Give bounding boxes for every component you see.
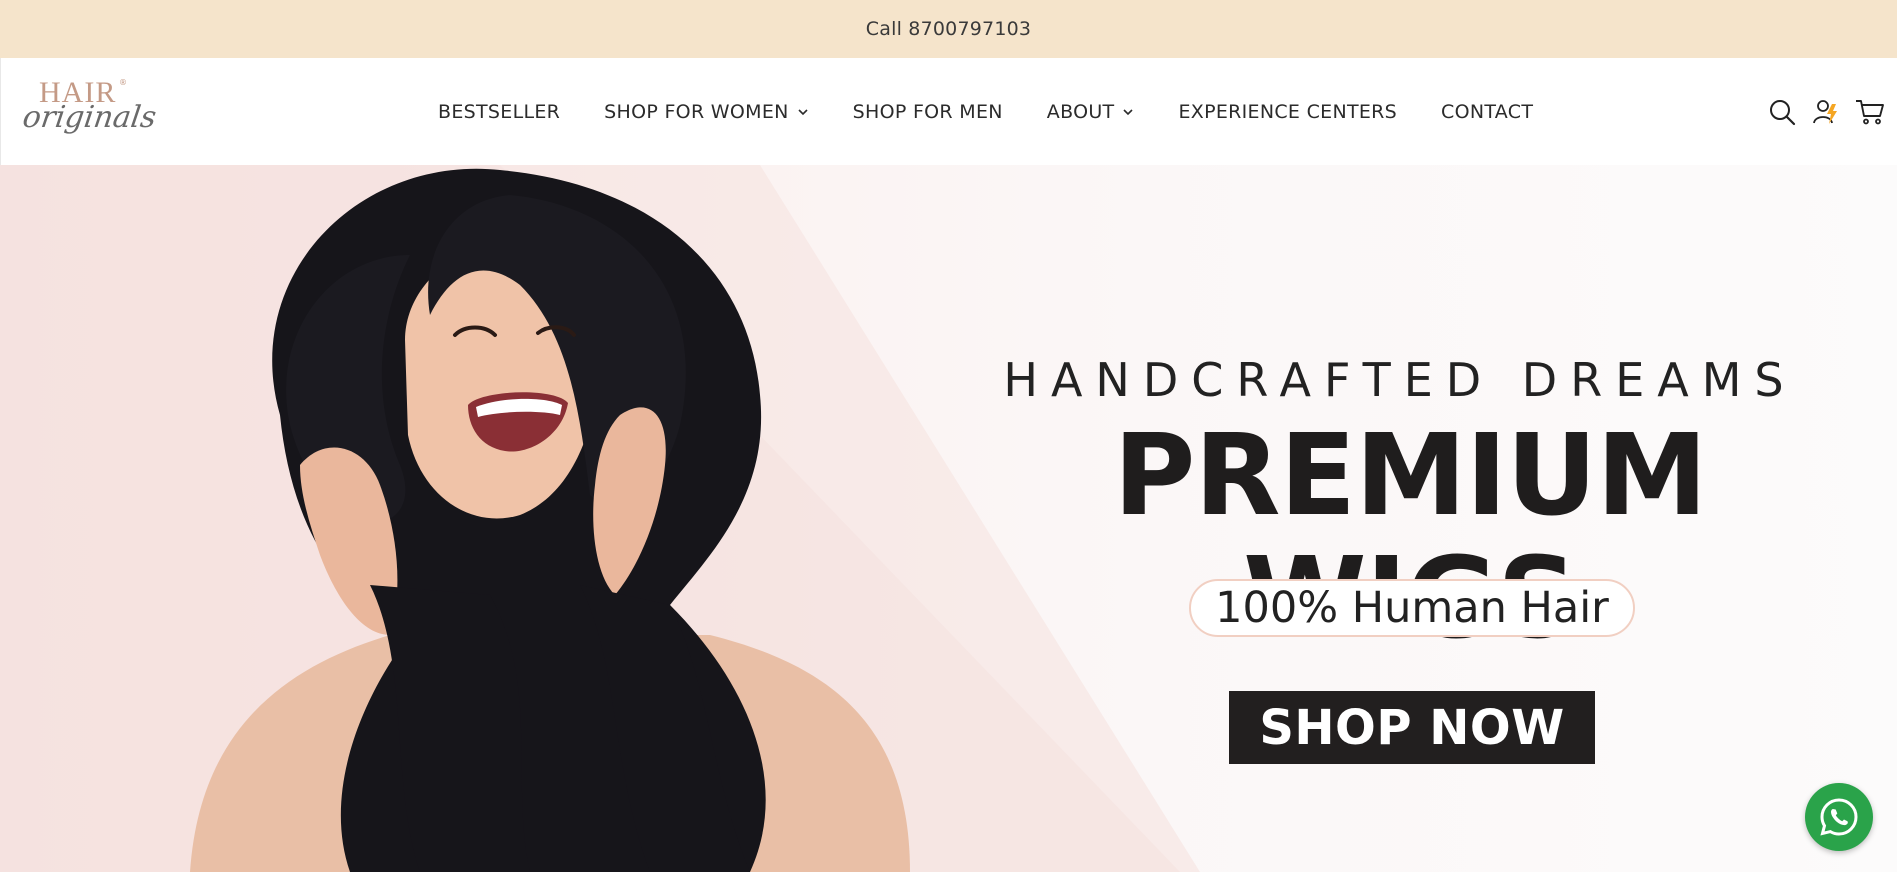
- nav-contact[interactable]: CONTACT: [1441, 101, 1533, 123]
- logo[interactable]: HAIR ® originals: [21, 72, 159, 152]
- hero-model-image: [190, 168, 910, 872]
- account-icon: [1813, 99, 1837, 124]
- hero-kicker: HANDCRAFTED DREAMS: [1003, 353, 1797, 407]
- site-header: HAIR ® originals BESTSELLER SHOP FOR WOM…: [0, 58, 1897, 165]
- header-icons: [1767, 58, 1885, 165]
- cart-button[interactable]: [1855, 97, 1885, 127]
- whatsapp-chat-button[interactable]: [1805, 783, 1873, 851]
- hero-badge: 100% Human Hair: [1189, 579, 1635, 637]
- announcement-bar: Call 8700797103: [0, 0, 1897, 58]
- search-icon: [1770, 99, 1796, 125]
- whatsapp-icon: [1820, 798, 1858, 836]
- announcement-text[interactable]: Call 8700797103: [866, 18, 1031, 40]
- nav-label: ABOUT: [1046, 100, 1115, 123]
- cart-icon: [1856, 99, 1884, 124]
- main-nav: BESTSELLER SHOP FOR WOMEN SHOP FOR MEN A…: [438, 58, 1533, 165]
- nav-label: SHOP FOR MEN: [852, 100, 1003, 123]
- shop-now-label: SHOP NOW: [1259, 699, 1565, 756]
- chevron-down-icon: [798, 108, 808, 115]
- nav-bestseller[interactable]: BESTSELLER: [438, 101, 560, 123]
- nav-shop-for-women[interactable]: SHOP FOR WOMEN: [604, 101, 808, 123]
- nav-label: EXPERIENCE CENTERS: [1178, 100, 1398, 123]
- nav-experience-centers[interactable]: EXPERIENCE CENTERS: [1178, 101, 1397, 123]
- logo-line-originals: originals: [20, 100, 159, 135]
- chevron-down-icon: [1123, 108, 1134, 115]
- nav-shop-for-men[interactable]: SHOP FOR MEN: [853, 101, 1003, 123]
- logo-trademark: ®: [119, 78, 127, 87]
- nav-label: BESTSELLER: [438, 100, 561, 123]
- hero-badge-text: 100% Human Hair: [1215, 583, 1609, 633]
- nav-label: SHOP FOR WOMEN: [604, 100, 789, 123]
- nav-label: CONTACT: [1441, 100, 1534, 123]
- shop-now-button[interactable]: SHOP NOW: [1229, 691, 1595, 764]
- nav-about[interactable]: ABOUT: [1047, 101, 1135, 123]
- hero-banner: HANDCRAFTED DREAMS PREMIUM WIGS 100% Hum…: [0, 165, 1897, 872]
- account-button[interactable]: [1811, 97, 1841, 127]
- search-button[interactable]: [1767, 97, 1797, 127]
